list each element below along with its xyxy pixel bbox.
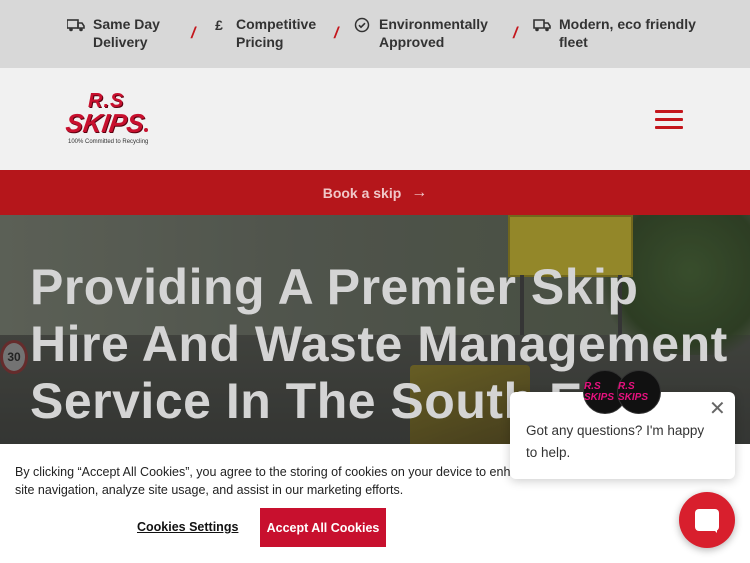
chat-launcher-button[interactable]	[679, 492, 735, 548]
chat-greeting-text: Got any questions? I'm happy to help.	[526, 423, 705, 460]
avatar: R.S SKIPS	[617, 370, 661, 414]
logo-dot	[144, 128, 148, 132]
fleet-truck-icon	[533, 16, 551, 34]
pound-sign-icon: £	[215, 17, 223, 33]
usp-pricing: £ Competitive Pricing	[210, 15, 316, 51]
usp-separator: /	[191, 25, 196, 42]
delivery-truck-icon	[67, 16, 85, 34]
check-circle-icon	[353, 16, 371, 34]
usp-environment: Environmentally Approved	[353, 15, 488, 51]
chat-bubble-icon	[695, 509, 719, 533]
usp-text: Environmentally Approved	[379, 16, 488, 50]
book-skip-button[interactable]: Book a skip →	[323, 184, 428, 202]
usp-text: Same Day Delivery	[93, 16, 160, 50]
site-header: R.S SKIPS 100% Committed to Recycling	[0, 68, 750, 170]
cookies-settings-button[interactable]: Cookies Settings	[137, 520, 238, 534]
logo-line-2: SKIPS	[63, 108, 147, 138]
arrow-right-icon: →	[411, 183, 428, 201]
usp-separator: /	[334, 25, 339, 42]
logo-tagline: 100% Committed to Recycling	[68, 139, 149, 145]
site-logo[interactable]: R.S SKIPS 100% Committed to Recycling	[63, 90, 149, 148]
usp-bar: Same Day Delivery / £ Competitive Pricin…	[0, 0, 750, 68]
hamburger-menu-icon[interactable]	[655, 110, 683, 130]
close-icon[interactable]: ✕	[709, 399, 726, 419]
book-skip-label: Book a skip	[322, 184, 402, 201]
usp-text: Modern, eco friendly fleet	[559, 16, 696, 50]
usp-same-day: Same Day Delivery	[67, 15, 160, 51]
usp-text: Competitive Pricing	[236, 16, 317, 50]
book-skip-bar: Book a skip →	[0, 170, 750, 215]
chat-agent-avatars: R.S SKIPS R.S SKIPS	[583, 370, 665, 416]
usp-fleet: Modern, eco friendly fleet	[533, 15, 696, 51]
cookie-text: By clicking “Accept All Cookies”, you ag…	[15, 465, 538, 497]
usp-separator: /	[513, 25, 518, 42]
avatar-logo-text: R.S SKIPS	[618, 381, 649, 403]
accept-all-cookies-button[interactable]: Accept All Cookies	[260, 508, 386, 547]
